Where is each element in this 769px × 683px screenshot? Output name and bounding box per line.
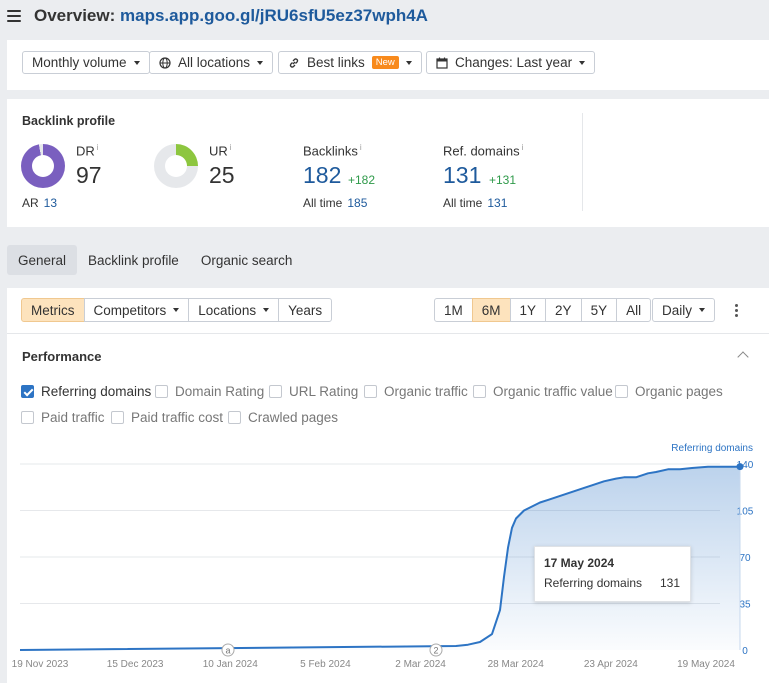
backlinks-value[interactable]: 182 bbox=[303, 162, 341, 189]
annotation-label: a bbox=[225, 646, 230, 656]
series-point-hover bbox=[736, 463, 744, 471]
tab-backlink-profile[interactable]: Backlink profile bbox=[77, 245, 190, 275]
locations-label: All locations bbox=[178, 55, 251, 70]
chevron-down-icon bbox=[257, 60, 264, 65]
monthly-volume-dropdown[interactable]: Monthly volume bbox=[22, 51, 150, 74]
info-icon[interactable]: i bbox=[230, 143, 232, 152]
tooltip-value: 131 bbox=[659, 576, 680, 590]
x-tick-label: 19 Nov 2023 bbox=[12, 659, 69, 670]
x-tick-label: 15 Dec 2023 bbox=[107, 659, 164, 670]
ar-value: AR 13 bbox=[22, 196, 58, 210]
y-axis-label: Referring domains bbox=[671, 443, 753, 454]
monthly-volume-label: Monthly volume bbox=[32, 55, 127, 70]
info-icon[interactable]: i bbox=[522, 143, 524, 152]
dr-value: 97 bbox=[76, 162, 102, 188]
tab-organic-search[interactable]: Organic search bbox=[190, 245, 304, 275]
best-links-dropdown[interactable]: Best links New bbox=[278, 51, 422, 74]
y-tick-label: 0 bbox=[742, 646, 748, 657]
backlinks-all-time-value[interactable]: 185 bbox=[347, 196, 367, 210]
x-tick-label: 2 Mar 2024 bbox=[395, 659, 446, 670]
x-tick-label: 23 Apr 2024 bbox=[584, 659, 638, 670]
backlinks-all-time: All time 185 bbox=[303, 196, 368, 210]
calendar-icon bbox=[436, 57, 448, 69]
dr-label: DR i bbox=[76, 143, 99, 159]
page-title: Overview: maps.app.goo.gl/jRU6sfU5ez37wp… bbox=[34, 6, 428, 26]
page-title-prefix: Overview: bbox=[34, 6, 120, 25]
x-tick-label: 19 May 2024 bbox=[677, 659, 735, 670]
filter-bar: Monthly volume All locations Best links N… bbox=[7, 40, 769, 90]
tooltip-series-name: Referring domains bbox=[544, 576, 643, 590]
report-tabs: General Backlink profile Organic search bbox=[7, 245, 303, 275]
tab-general[interactable]: General bbox=[7, 245, 78, 275]
ref-domains-value[interactable]: 131 bbox=[443, 162, 481, 189]
changes-period-dropdown[interactable]: Changes: Last year bbox=[426, 51, 596, 74]
x-tick-label: 10 Jan 2024 bbox=[203, 659, 258, 670]
dr-donut-chart bbox=[21, 144, 65, 188]
y-tick-label: 70 bbox=[739, 553, 751, 564]
target-url-link[interactable]: maps.app.goo.gl/jRU6sfU5ez37wph4A bbox=[120, 6, 428, 25]
referring-domains-chart: 03570105140Referring domains19 Nov 2023 1… bbox=[12, 443, 754, 670]
ur-donut-chart bbox=[154, 144, 198, 188]
hamburger-menu-icon[interactable] bbox=[7, 10, 21, 22]
backlinks-label: Backlinks i bbox=[303, 143, 362, 159]
ur-value: 25 bbox=[209, 162, 235, 188]
x-tick-label: 28 Mar 2024 bbox=[488, 659, 545, 670]
info-icon[interactable]: i bbox=[360, 143, 362, 152]
backlink-profile-card: Backlink profile DR i 97 AR 13 UR i 25 Back… bbox=[7, 99, 769, 227]
ref-domains-label: Ref. domains i bbox=[443, 143, 524, 159]
backlink-profile-heading: Backlink profile bbox=[22, 114, 116, 128]
changes-period-label: Changes: Last year bbox=[455, 55, 573, 70]
new-badge: New bbox=[371, 56, 399, 69]
performance-panel: Metrics Competitors Locations Years 1M 6… bbox=[7, 288, 769, 683]
ar-number[interactable]: 13 bbox=[44, 196, 57, 210]
ref-domains-delta: +131 bbox=[489, 173, 517, 187]
chart-tooltip: 17 May 2024 Referring domains 131 bbox=[534, 546, 691, 602]
chevron-down-icon bbox=[133, 60, 140, 65]
y-tick-label: 35 bbox=[739, 600, 751, 611]
link-icon bbox=[289, 57, 299, 68]
info-icon[interactable]: i bbox=[97, 143, 99, 152]
divider bbox=[582, 113, 583, 211]
chevron-down-icon bbox=[579, 60, 586, 65]
tooltip-date: 17 May 2024 bbox=[544, 556, 615, 570]
ur-label: UR i bbox=[209, 143, 232, 159]
chevron-down-icon bbox=[405, 60, 412, 65]
top-bar: Overview: maps.app.goo.gl/jRU6sfU5ez37wp… bbox=[0, 0, 769, 32]
ref-domains-all-time-value[interactable]: 131 bbox=[487, 196, 507, 210]
locations-dropdown[interactable]: All locations bbox=[149, 51, 274, 74]
x-tick-label: 5 Feb 2024 bbox=[300, 659, 351, 670]
globe-icon bbox=[159, 56, 171, 69]
backlinks-delta: +182 bbox=[348, 173, 376, 187]
best-links-label: Best links bbox=[307, 55, 365, 70]
ref-domains-all-time: All time 131 bbox=[443, 196, 508, 210]
annotation-label: 2 bbox=[433, 646, 438, 656]
